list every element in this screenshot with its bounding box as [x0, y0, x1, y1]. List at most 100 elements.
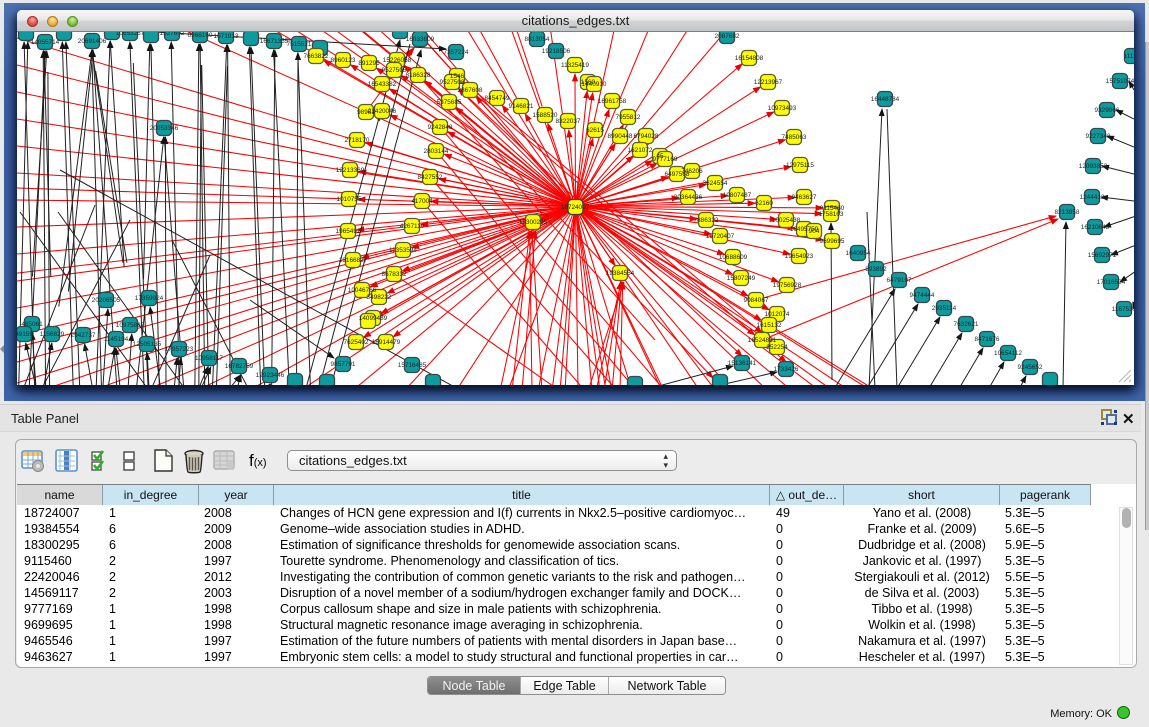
svg-text:6497568: 6497568	[665, 171, 690, 178]
svg-text:16033809: 16033809	[406, 36, 435, 43]
svg-text:20206505: 20206505	[92, 297, 121, 304]
svg-text:9084067: 9084067	[744, 297, 769, 304]
svg-text:17359924: 17359924	[135, 295, 164, 302]
svg-text:16210643: 16210643	[1081, 224, 1110, 231]
svg-text:14099489: 14099489	[359, 315, 388, 322]
svg-text:7663822: 7663822	[304, 53, 329, 60]
svg-text:8454749: 8454749	[485, 95, 510, 102]
svg-text:9245652: 9245652	[1018, 364, 1043, 371]
svg-text:8213958: 8213958	[1055, 209, 1080, 216]
svg-text:10653267: 10653267	[116, 32, 145, 37]
svg-text:16914479: 16914479	[372, 339, 401, 346]
svg-text:15226058: 15226058	[383, 57, 412, 64]
svg-text:19756928: 19756928	[773, 282, 802, 289]
svg-text:6794028: 6794028	[634, 133, 659, 140]
svg-text:10046766: 10046766	[348, 287, 377, 294]
svg-text:1621072: 1621072	[628, 147, 653, 154]
svg-text:8471676: 8471676	[975, 336, 1000, 343]
svg-text:8322037: 8322037	[556, 118, 581, 125]
svg-text:1156829: 1156829	[40, 331, 65, 338]
svg-text:904: 904	[809, 228, 820, 235]
svg-text:19654923: 19654923	[785, 253, 814, 260]
svg-text:10973493: 10973493	[768, 105, 797, 112]
svg-text:1167531: 1167531	[1112, 306, 1134, 313]
svg-text:2718170: 2718170	[345, 137, 370, 144]
svg-text:1145194: 1145194	[104, 336, 129, 343]
svg-text:6966160: 6966160	[188, 32, 213, 39]
svg-text:19218506: 19218506	[542, 48, 571, 55]
svg-text:7515521: 7515521	[287, 41, 312, 48]
svg-text:2087682: 2087682	[715, 33, 740, 40]
svg-text:8960123: 8960123	[331, 57, 356, 64]
svg-text:19384554: 19384554	[606, 270, 635, 277]
svg-text:39159: 39159	[17, 331, 33, 338]
svg-text:8813054: 8813054	[525, 36, 550, 43]
svg-text:10958117: 10958117	[195, 355, 223, 362]
svg-text:1615132: 1615132	[757, 322, 782, 329]
svg-text:10688609: 10688609	[719, 254, 748, 261]
svg-text:16448784: 16448784	[871, 96, 900, 103]
svg-text:3624554: 3624554	[703, 180, 728, 187]
svg-text:9857791: 9857791	[331, 361, 356, 368]
svg-text:2942737: 2942737	[71, 332, 96, 339]
svg-text:12923446: 12923446	[256, 372, 285, 379]
svg-text:7485063: 7485063	[782, 134, 807, 141]
svg-text:1758103: 1758103	[819, 211, 844, 218]
svg-text:20691406: 20691406	[78, 38, 107, 45]
svg-text:2867608: 2867608	[458, 87, 483, 94]
svg-text:1527602: 1527602	[160, 32, 185, 37]
svg-text:9527508: 9527508	[440, 79, 465, 86]
svg-text:485061: 485061	[21, 321, 43, 328]
svg-text:62615: 62615	[586, 127, 604, 134]
svg-text:2935114: 2935114	[932, 305, 957, 312]
svg-text:9699695: 9699695	[820, 238, 845, 245]
svg-text:12975115: 12975115	[786, 162, 814, 169]
svg-text:9527505: 9527505	[382, 67, 407, 74]
svg-text:20364436: 20364436	[674, 194, 703, 201]
svg-text:20053346: 20053346	[150, 125, 179, 132]
svg-text:1965492: 1965492	[336, 228, 361, 235]
svg-text:15807249: 15807249	[727, 275, 756, 282]
svg-text:2803144: 2803144	[424, 148, 449, 155]
svg-text:7625402: 7625402	[344, 339, 369, 346]
svg-text:12213967: 12213967	[754, 79, 783, 86]
svg-text:11353594: 11353594	[389, 247, 417, 254]
svg-text:10975887: 10975887	[116, 322, 145, 329]
svg-text:14055714: 14055714	[31, 39, 60, 46]
svg-text:3498222: 3498222	[367, 294, 392, 301]
svg-text:15716485: 15716485	[398, 362, 427, 369]
svg-text:12213369: 12213369	[336, 167, 365, 174]
svg-text:15720407: 15720407	[706, 233, 735, 240]
svg-text:9474444: 9474444	[910, 292, 935, 299]
svg-text:9242848: 9242848	[428, 124, 453, 131]
svg-text:5375685: 5375685	[437, 99, 462, 106]
svg-text:7357224: 7357224	[444, 49, 469, 56]
svg-text:11325419: 11325419	[561, 62, 589, 69]
svg-text:18724007: 18724007	[561, 204, 590, 211]
svg-text:1588520: 1588520	[533, 112, 558, 119]
svg-text:252254: 252254	[766, 344, 788, 351]
svg-text:10654112: 10654112	[994, 350, 1022, 357]
svg-text:9329966: 9329966	[1095, 107, 1120, 114]
svg-text:15136141: 15136141	[728, 360, 757, 367]
svg-text:10025438: 10025438	[772, 217, 801, 224]
svg-text:8678332: 8678332	[382, 271, 407, 278]
svg-text:19166827: 19166827	[339, 257, 368, 264]
svg-text:1733426: 1733426	[774, 366, 799, 373]
svg-text:4267110: 4267110	[400, 223, 425, 230]
svg-text:62160: 62160	[755, 200, 773, 207]
svg-text:7886322: 7886322	[694, 217, 719, 224]
svg-text:1071913: 1071913	[214, 33, 239, 40]
svg-text:9777169: 9777169	[653, 156, 678, 163]
svg-text:9146821: 9146821	[509, 103, 534, 110]
svg-text:1440910: 1440910	[582, 81, 607, 88]
svg-text:15751074: 15751074	[1106, 78, 1134, 85]
svg-text:8990448: 8990448	[608, 133, 633, 140]
svg-text:9227343: 9227343	[1086, 133, 1111, 140]
svg-text:891295: 891295	[358, 60, 380, 67]
svg-text:11123: 11123	[1124, 53, 1134, 60]
svg-text:16961758: 16961758	[598, 98, 627, 105]
svg-text:18300295: 18300295	[519, 219, 548, 226]
svg-text:16671355: 16671355	[260, 38, 289, 45]
svg-text:8427552: 8427552	[418, 174, 443, 181]
